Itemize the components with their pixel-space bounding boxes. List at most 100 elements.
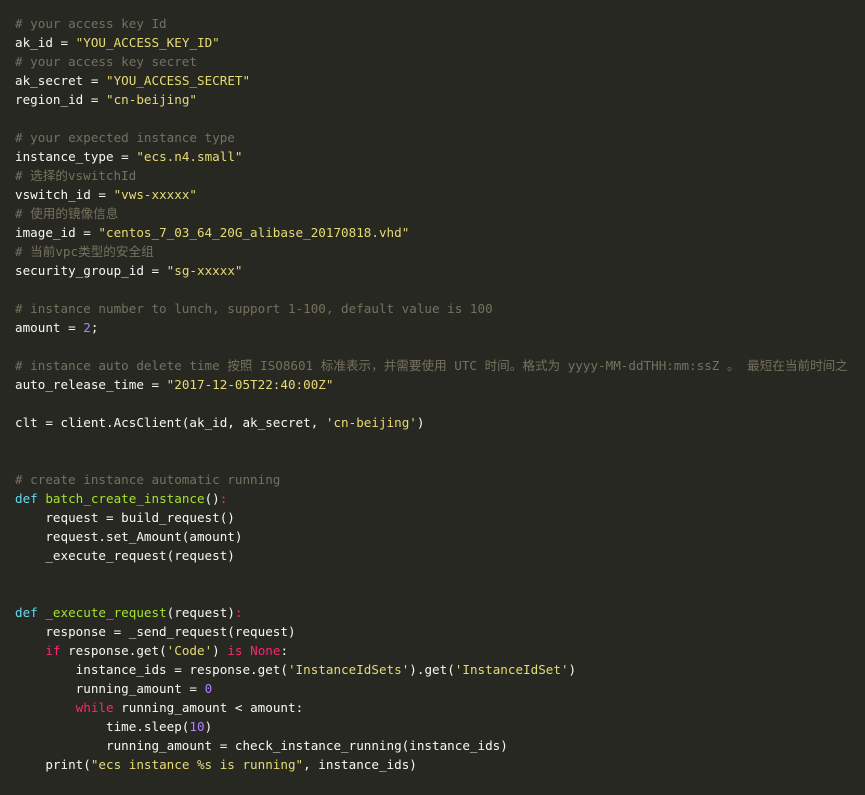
code-text: vswitch_id =: [15, 187, 114, 202]
keyword: :: [219, 491, 228, 506]
code-text: ): [416, 415, 425, 430]
code-line: time.sleep(10): [15, 717, 865, 736]
code-line: # your access key Id: [15, 14, 865, 33]
code-line: ​: [15, 584, 865, 603]
code-text: (request): [166, 605, 235, 620]
string-literal: "centos_7_03_64_20G_alibase_20170818.vhd…: [98, 225, 410, 240]
string-literal: "vws-xxxxx": [113, 187, 197, 202]
code-line: vswitch_id = "vws-xxxxx": [15, 185, 865, 204]
code-line: # instance number to lunch, support 1-10…: [15, 299, 865, 318]
string-literal: 'InstanceIdSet': [454, 662, 569, 677]
string-literal: 'cn-beijing': [325, 415, 417, 430]
code-text: region_id =: [15, 92, 106, 107]
code-line: # your access key secret: [15, 52, 865, 71]
keyword: None: [250, 643, 281, 658]
code-text: running_amount < amount:: [113, 700, 304, 715]
code-line: _execute_request(request): [15, 546, 865, 565]
code-text: print(: [15, 757, 91, 772]
code-line: region_id = "cn-beijing": [15, 90, 865, 109]
code-line: # 当前vpc类型的安全组: [15, 242, 865, 261]
code-line: # instance auto delete time 按照 ISO8601 标…: [15, 356, 865, 375]
string-literal: "2017-12-05T22:40:00Z": [166, 377, 334, 392]
code-text: ;: [90, 320, 99, 335]
code-comment: # instance number to lunch, support 1-10…: [15, 301, 493, 316]
string-literal: "YOU_ACCESS_KEY_ID": [75, 35, 220, 50]
code-line: ak_id = "YOU_ACCESS_KEY_ID": [15, 33, 865, 52]
code-line: image_id = "centos_7_03_64_20G_alibase_2…: [15, 223, 865, 242]
string-literal: 'InstanceIdSets': [287, 662, 410, 677]
code-line: request.set_Amount(amount): [15, 527, 865, 546]
def-keyword: def: [15, 605, 46, 620]
code-text: ).get(: [409, 662, 455, 677]
code-line: request = build_request(): [15, 508, 865, 527]
code-comment: # 当前vpc类型的安全组: [15, 244, 154, 259]
code-text: :: [280, 643, 289, 658]
code-line: ​: [15, 432, 865, 451]
code-line: instance_type = "ecs.n4.small": [15, 147, 865, 166]
code-comment: # instance auto delete time 按照 ISO8601 标…: [15, 358, 848, 373]
string-literal: 'Code': [166, 643, 213, 658]
number-literal: 10: [189, 719, 205, 734]
code-line: ​: [15, 109, 865, 128]
code-text: , instance_ids): [303, 757, 417, 772]
code-comment: # your expected instance type: [15, 130, 235, 145]
code-text: amount =: [15, 320, 84, 335]
function-name: _execute_request: [45, 605, 167, 620]
code-text: _execute_request(request): [15, 548, 235, 563]
code-text: running_amount = check_instance_running(…: [15, 738, 508, 753]
string-literal: "YOU_ACCESS_SECRET": [106, 73, 251, 88]
code-line: ​: [15, 337, 865, 356]
code-text: response.get(: [60, 643, 167, 658]
code-line: ak_secret = "YOU_ACCESS_SECRET": [15, 71, 865, 90]
code-text: instance_ids = response.get(: [15, 662, 288, 677]
code-line: if response.get('Code') is None:: [15, 641, 865, 660]
code-comment: # 使用的镜像信息: [15, 206, 119, 221]
code-line: # 选择的vswitchId: [15, 166, 865, 185]
code-text: request.set_Amount(amount): [15, 529, 243, 544]
code-comment: # your access key secret: [15, 54, 197, 69]
code-line: clt = client.AcsClient(ak_id, ak_secret,…: [15, 413, 865, 432]
code-text: security_group_id =: [15, 263, 167, 278]
code-comment: # create instance automatic running: [15, 472, 281, 487]
code-editor[interactable]: # your access key Id ak_id = "YOU_ACCESS_…: [0, 0, 865, 795]
code-text: response = _send_request(request): [15, 624, 296, 639]
code-text: time.sleep(: [15, 719, 190, 734]
code-line: # your expected instance type: [15, 128, 865, 147]
code-text: (): [204, 491, 220, 506]
code-comment: # your access key Id: [15, 16, 167, 31]
code-line: while running_amount < amount:: [15, 698, 865, 717]
code-text: image_id =: [15, 225, 99, 240]
keyword: while: [75, 700, 114, 715]
string-literal: "ecs.n4.small": [136, 149, 243, 164]
code-line: ​: [15, 565, 865, 584]
code-line: ​: [15, 451, 865, 470]
code-line: print("ecs instance %s is running", inst…: [15, 755, 865, 774]
code-text: auto_release_time =: [15, 377, 167, 392]
code-text: instance_type =: [15, 149, 137, 164]
code-line: auto_release_time = "2017-12-05T22:40:00…: [15, 375, 865, 394]
number-literal: 0: [204, 681, 213, 696]
keyword: if: [45, 643, 61, 658]
code-line: amount = 2;: [15, 318, 865, 337]
code-line: security_group_id = "sg-xxxxx": [15, 261, 865, 280]
code-text: ak_id =: [15, 35, 76, 50]
code-line: def batch_create_instance():: [15, 489, 865, 508]
code-line: ​: [15, 394, 865, 413]
code-text: running_amount =: [15, 681, 205, 696]
code-text: clt = client.AcsClient(ak_id, ak_secret,: [15, 415, 326, 430]
code-comment: # 选择的vswitchId: [15, 168, 137, 183]
code-text: ): [212, 643, 228, 658]
code-text: ak_secret =: [15, 73, 106, 88]
code-line: def _execute_request(request):: [15, 603, 865, 622]
def-keyword: def: [15, 491, 46, 506]
keyword: :: [234, 605, 243, 620]
string-literal: "sg-xxxxx": [166, 263, 243, 278]
code-line: running_amount = check_instance_running(…: [15, 736, 865, 755]
string-literal: "cn-beijing": [106, 92, 197, 107]
function-name: batch_create_instance: [45, 491, 205, 506]
code-line: running_amount = 0: [15, 679, 865, 698]
code-text: request = build_request(): [15, 510, 235, 525]
